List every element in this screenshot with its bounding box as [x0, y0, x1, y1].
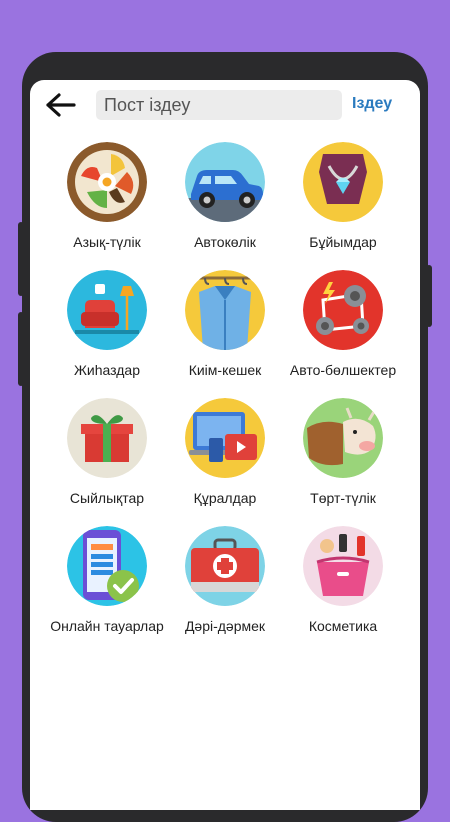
category-label: Жиһаздар — [73, 362, 140, 378]
category-label: Киім-кешек — [188, 362, 262, 378]
category-jewelry[interactable]: Бұйымдар — [278, 142, 408, 250]
car-icon — [185, 142, 265, 222]
category-label: Дәрі-дәрмек — [184, 618, 266, 634]
first-aid-kit-icon — [185, 526, 265, 606]
category-label: Төрт-түлік — [310, 490, 376, 506]
category-food[interactable]: Азық-түлік — [42, 142, 172, 250]
category-label: Бұйымдар — [309, 234, 377, 250]
armchair-lamp-icon — [67, 270, 147, 350]
category-livestock[interactable]: Төрт-түлік — [278, 398, 408, 506]
search-input[interactable]: Пост іздеу — [96, 90, 342, 120]
category-label: Авто-бөлшектер — [289, 362, 397, 378]
search-button[interactable]: Іздеу — [352, 95, 392, 113]
food-bowl-icon — [67, 142, 147, 222]
online-shop-phone-icon — [67, 526, 147, 606]
category-car[interactable]: Автокөлік — [160, 142, 290, 250]
category-label: Құралдар — [193, 490, 257, 506]
cow-icon — [303, 398, 383, 478]
category-medicine[interactable]: Дәрі-дәрмек — [160, 526, 290, 634]
category-label: Автокөлік — [194, 234, 256, 250]
back-arrow-icon[interactable] — [44, 92, 78, 118]
engine-belt-icon — [303, 270, 383, 350]
app-screen: Пост іздеу Іздеу Азық-түлік Автокөлік Бұ… — [30, 80, 420, 810]
category-auto-parts[interactable]: Авто-бөлшектер — [278, 270, 408, 378]
category-cosmetics[interactable]: Косметика — [278, 526, 408, 634]
category-label: Азық-түлік — [73, 234, 141, 250]
category-label: Косметика — [308, 618, 378, 634]
cosmetics-bag-icon — [303, 526, 383, 606]
category-gifts[interactable]: Сыйлықтар — [42, 398, 172, 506]
category-online-goods[interactable]: Онлайн тауарлар — [42, 526, 172, 634]
necklace-icon — [303, 142, 383, 222]
devices-icon — [185, 398, 265, 478]
clothes-rack-icon — [185, 270, 265, 350]
gift-box-icon — [67, 398, 147, 478]
category-tools[interactable]: Құралдар — [160, 398, 290, 506]
category-label: Сыйлықтар — [69, 490, 145, 506]
category-furniture[interactable]: Жиһаздар — [42, 270, 172, 378]
category-label: Онлайн тауарлар — [50, 618, 164, 634]
category-clothes[interactable]: Киім-кешек — [160, 270, 290, 378]
